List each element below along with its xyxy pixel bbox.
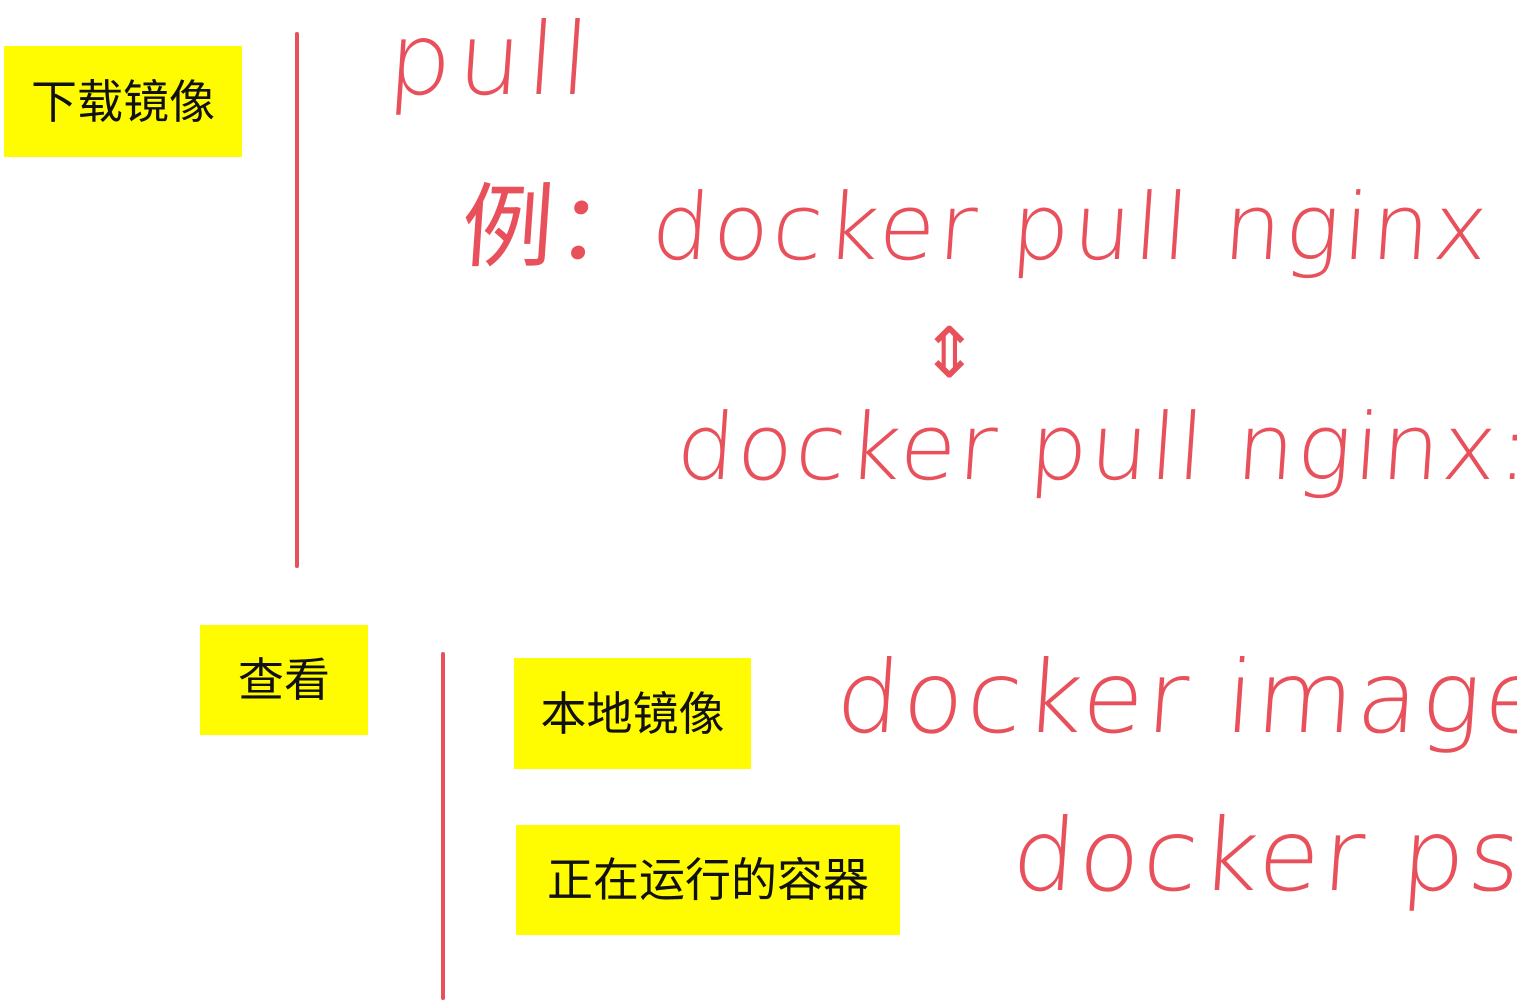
view-label: 查看 bbox=[200, 625, 368, 735]
double-arrow-icon: ⇕ bbox=[920, 312, 979, 394]
local-images-label: 本地镜像 bbox=[514, 658, 751, 769]
docker-ps-handwritten: docker ps bbox=[1008, 797, 1517, 914]
pull-handwritten: pull bbox=[384, 1, 600, 118]
download-image-label: 下载镜像 bbox=[4, 46, 242, 157]
running-containers-label: 正在运行的容器 bbox=[516, 825, 900, 935]
bracket-line-download bbox=[295, 32, 299, 568]
bracket-line-view bbox=[441, 652, 445, 1000]
example-command-handwritten: 例：docker pull nginx bbox=[458, 174, 1495, 281]
example-latest-command-handwritten: docker pull nginx:latest bbox=[673, 394, 1517, 501]
docker-images-handwritten: docker images bbox=[832, 639, 1517, 756]
